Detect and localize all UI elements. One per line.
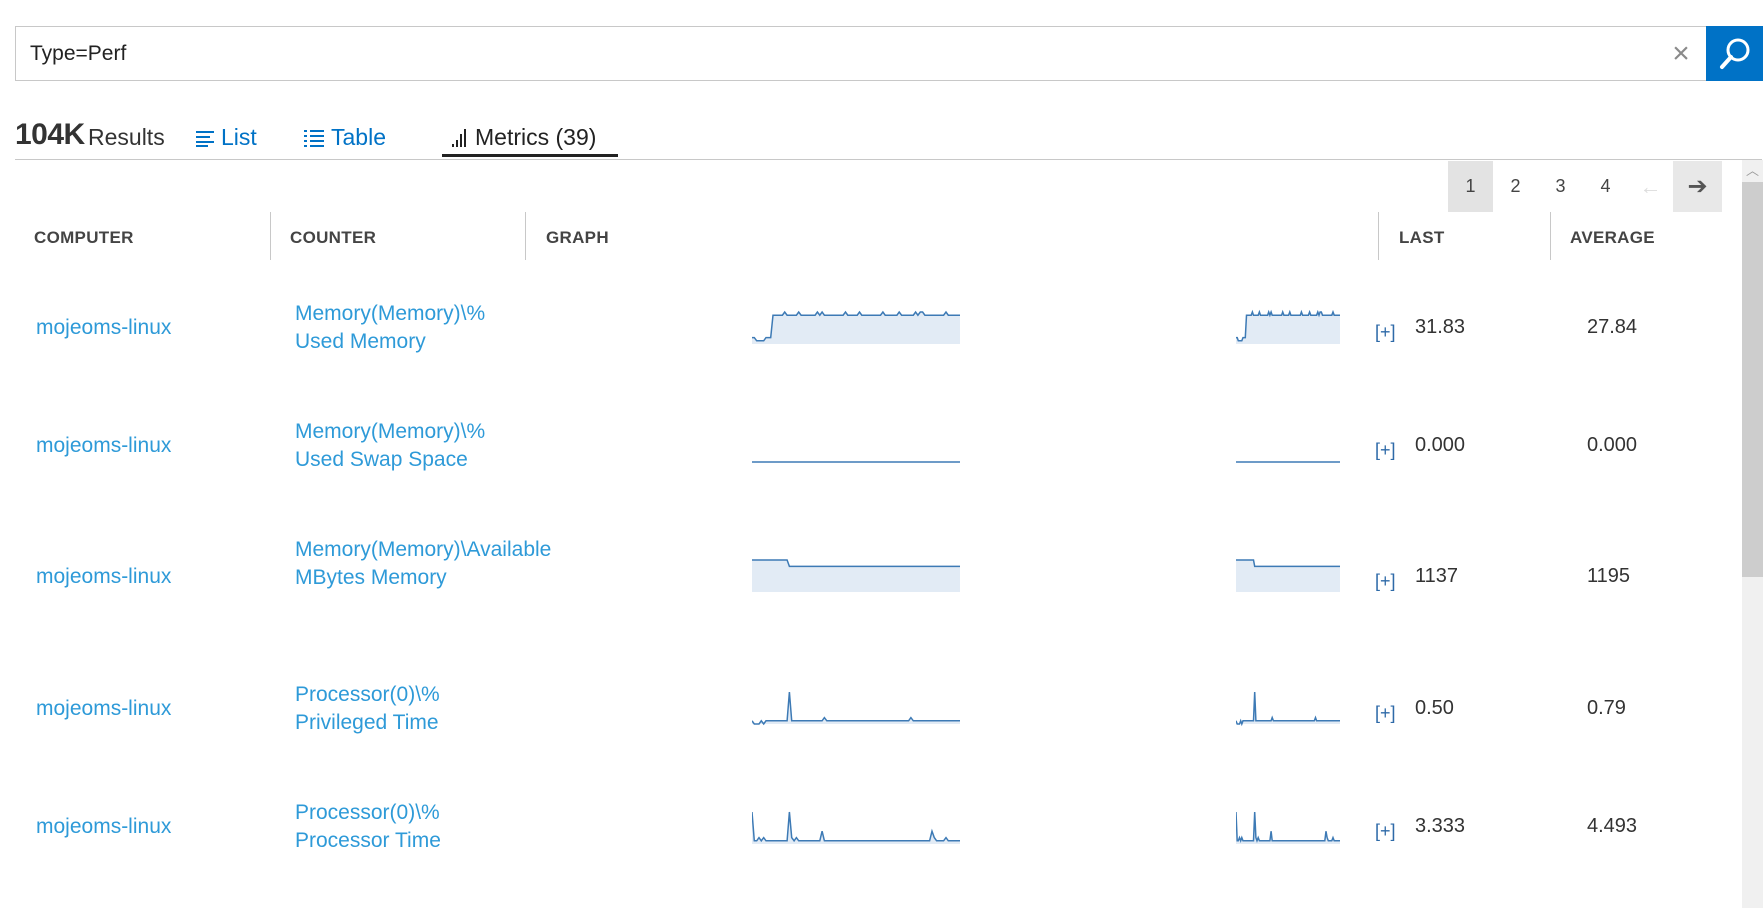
tab-table[interactable]: Table: [303, 124, 386, 151]
table-icon: [303, 129, 325, 147]
metrics-icon: [451, 128, 469, 148]
graph-sparkline-small[interactable]: [1236, 548, 1340, 598]
counter-link[interactable]: Memory(Memory)\% Used Memory: [295, 300, 510, 356]
search-button[interactable]: [1706, 26, 1763, 81]
computer-link[interactable]: mojeoms-linux: [36, 815, 171, 839]
computer-link[interactable]: mojeoms-linux: [36, 697, 171, 721]
prev-page-button[interactable]: ←: [1628, 161, 1673, 212]
expand-button[interactable]: [+]: [1375, 571, 1396, 592]
graph-sparkline[interactable]: [752, 418, 960, 468]
graph-sparkline-small[interactable]: [1236, 418, 1340, 468]
sparkline-line: [752, 811, 960, 843]
last-value: 3.333: [1415, 815, 1466, 837]
graph-sparkline-small[interactable]: [1236, 300, 1340, 350]
graph-sparkline[interactable]: [752, 800, 960, 850]
counter-link[interactable]: Processor(0)\% Privileged Time: [295, 681, 510, 737]
page-2-button[interactable]: 2: [1493, 161, 1538, 212]
close-icon: ×: [1672, 37, 1690, 70]
sparkline-area: [1236, 560, 1340, 592]
results-count: 104K: [15, 118, 85, 151]
search-icon: [1719, 38, 1749, 69]
pager: 1 2 3 4 ← ➔: [1448, 161, 1722, 212]
counter-link[interactable]: Processor(0)\% Processor Time: [295, 799, 510, 855]
tab-list[interactable]: List: [195, 124, 257, 151]
tab-metrics-label: Metrics (39): [475, 124, 597, 150]
expand-button[interactable]: [+]: [1375, 322, 1396, 343]
next-page-button[interactable]: ➔: [1673, 161, 1722, 212]
graph-sparkline-small[interactable]: [1236, 680, 1340, 730]
column-header-average[interactable]: AVERAGE: [1570, 228, 1655, 248]
sparkline-area: [752, 560, 960, 592]
last-value: 31.83: [1415, 316, 1466, 338]
divider: [15, 159, 1762, 160]
search-input[interactable]: [16, 27, 1656, 80]
sparkline-line: [752, 691, 960, 726]
sparkline-line: [1236, 691, 1340, 727]
last-value: 0.000: [1415, 434, 1466, 456]
counter-link[interactable]: Memory(Memory)\Available MBytes Memory: [295, 536, 551, 592]
page-4-button[interactable]: 4: [1583, 161, 1628, 212]
sparkline-area: [752, 312, 960, 344]
expand-button[interactable]: [+]: [1375, 703, 1396, 724]
column-header-last[interactable]: LAST: [1399, 228, 1445, 248]
average-value: 1195: [1587, 565, 1631, 587]
average-value: 27.84: [1587, 316, 1638, 338]
graph-sparkline-small[interactable]: [1236, 800, 1340, 850]
page-1-button[interactable]: 1: [1448, 161, 1493, 212]
column-separator[interactable]: [1378, 212, 1379, 260]
sparkline-area: [1236, 692, 1340, 724]
results-label: Results: [88, 124, 165, 150]
column-header-counter[interactable]: COUNTER: [290, 228, 376, 248]
tab-table-label: Table: [331, 124, 386, 150]
last-value: 0.50: [1415, 697, 1454, 719]
column-separator[interactable]: [525, 212, 526, 260]
computer-link[interactable]: mojeoms-linux: [36, 565, 171, 589]
active-tab-indicator: [442, 154, 618, 157]
sparkline-area: [752, 692, 960, 724]
column-header-computer[interactable]: COMPUTER: [34, 228, 134, 248]
list-icon: [195, 129, 215, 147]
graph-sparkline[interactable]: [752, 680, 960, 730]
column-separator[interactable]: [1550, 212, 1551, 260]
sparkline-area: [1236, 312, 1340, 344]
search-bar: ×: [15, 26, 1763, 81]
sparkline-line: [1236, 811, 1340, 844]
scroll-up-icon[interactable]: ︿: [1742, 160, 1763, 182]
expand-button[interactable]: [+]: [1375, 440, 1396, 461]
sparkline-area: [752, 812, 960, 844]
last-value: 1137: [1415, 565, 1459, 587]
column-header-graph[interactable]: GRAPH: [546, 228, 609, 248]
column-separator[interactable]: [270, 212, 271, 260]
scrollbar-thumb[interactable]: [1742, 182, 1763, 577]
graph-sparkline[interactable]: [752, 548, 960, 598]
average-value: 0.000: [1587, 434, 1638, 456]
arrow-left-icon: ←: [1639, 173, 1662, 199]
tab-metrics[interactable]: Metrics (39): [451, 124, 596, 151]
computer-link[interactable]: mojeoms-linux: [36, 434, 171, 458]
average-value: 0.79: [1587, 697, 1626, 719]
results-header: 104K Results List Table Metrics (39): [15, 112, 1762, 160]
expand-button[interactable]: [+]: [1375, 821, 1396, 842]
arrow-right-icon: ➔: [1687, 173, 1708, 200]
average-value: 4.493: [1587, 815, 1638, 837]
counter-link[interactable]: Memory(Memory)\% Used Swap Space: [295, 418, 510, 474]
computer-link[interactable]: mojeoms-linux: [36, 316, 171, 340]
graph-sparkline[interactable]: [752, 300, 960, 350]
tab-list-label: List: [221, 124, 257, 150]
clear-search-button[interactable]: ×: [1663, 36, 1699, 72]
page-3-button[interactable]: 3: [1538, 161, 1583, 212]
